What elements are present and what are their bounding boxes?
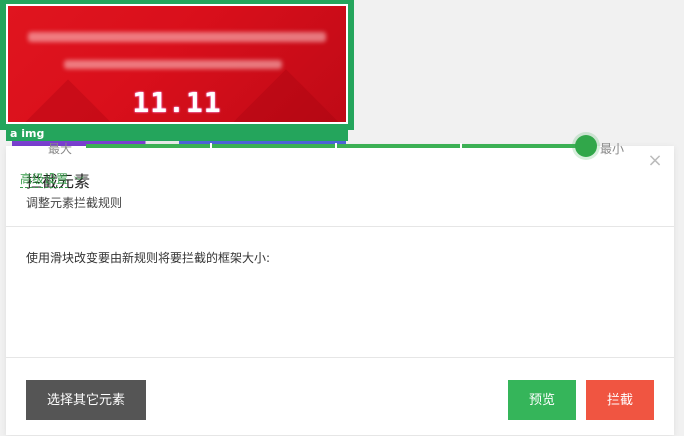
slider-step-notch — [460, 143, 462, 149]
slider-min-label: 最大 — [48, 142, 73, 156]
dialog-footer: 选择其它元素 预览 拦截 — [6, 358, 674, 436]
dialog-header: 拦截元素 调整元素拦截规则 × — [6, 146, 674, 227]
slider-step-notch — [210, 143, 212, 149]
slider-instruction: 使用滑块改变要由新规则将要拦截的框架大小: — [26, 251, 271, 265]
highlighted-element: 11.11 — [0, 0, 354, 130]
preview-button[interactable]: 预览 — [508, 380, 576, 420]
banner-blurred-text — [28, 32, 326, 42]
close-icon[interactable]: × — [646, 152, 664, 170]
slider-thumb[interactable] — [575, 135, 597, 157]
block-element-dialog: 拦截元素 调整元素拦截规则 × 使用滑块改变要由新规则将要拦截的框架大小: 选择… — [6, 146, 674, 435]
banner-blurred-text — [64, 60, 282, 69]
dialog-subtitle: 调整元素拦截规则 — [26, 196, 123, 210]
slider-step-notch — [335, 143, 337, 149]
slider-max-label: 最小 — [600, 142, 625, 156]
advanced-settings-link[interactable]: 高级设置 — [20, 172, 69, 188]
frame-size-slider[interactable] — [86, 135, 597, 157]
banner-date-text: 11.11 — [132, 86, 222, 119]
dialog-body: 使用滑块改变要由新规则将要拦截的框架大小: — [6, 227, 674, 358]
chevron-down-icon[interactable]: ﹀ — [74, 173, 84, 188]
block-button[interactable]: 拦截 — [586, 380, 654, 420]
banner-image: 11.11 — [8, 6, 346, 122]
select-other-element-button[interactable]: 选择其它元素 — [26, 380, 146, 420]
